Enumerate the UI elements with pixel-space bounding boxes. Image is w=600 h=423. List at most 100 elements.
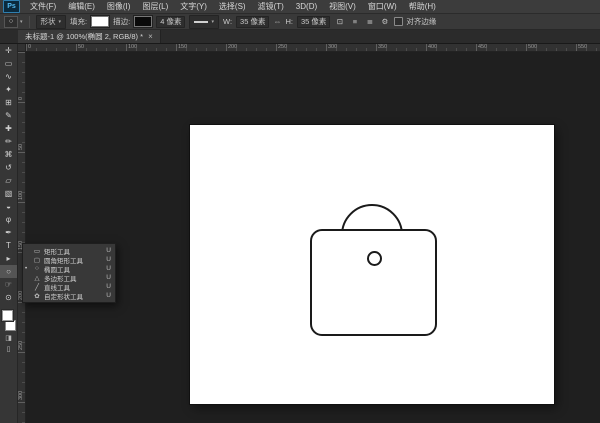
tool-list: ✛ ▭ ∿ ✦ ⊞ bbox=[0, 44, 17, 304]
link-dimensions-icon[interactable]: ⇔ bbox=[273, 17, 281, 26]
stroke-color-swatch[interactable] bbox=[134, 16, 152, 27]
shape-tool-icon: ▭ bbox=[33, 247, 41, 255]
tool-button[interactable]: ✛ bbox=[0, 44, 17, 57]
tool-icon: ✛ bbox=[5, 47, 12, 55]
divider bbox=[29, 16, 30, 28]
settings-gear-icon[interactable]: ⚙ bbox=[379, 17, 390, 26]
tool-button[interactable]: ▱ bbox=[0, 174, 17, 187]
menu-item[interactable]: 文字(Y) bbox=[174, 0, 213, 13]
ruler-label: 550 bbox=[576, 44, 600, 51]
path-alignment-icon[interactable]: ≡ bbox=[349, 17, 360, 26]
color-swatches bbox=[0, 308, 17, 332]
tool-icon: ⊞ bbox=[5, 99, 12, 107]
path-operations-icon[interactable]: ⊡ bbox=[334, 17, 345, 26]
menu-item[interactable]: 3D(D) bbox=[290, 0, 323, 13]
background-color-swatch[interactable] bbox=[5, 320, 16, 331]
menu-item[interactable]: 文件(F) bbox=[24, 0, 62, 13]
shape-width-input[interactable]: 35 像素 bbox=[236, 16, 269, 28]
tab-close-icon[interactable]: × bbox=[148, 33, 153, 41]
tool-button[interactable]: ⌘ bbox=[0, 148, 17, 161]
ruler-label: 400 bbox=[426, 44, 476, 51]
ruler-label: 450 bbox=[476, 44, 526, 51]
tool-icon: φ bbox=[6, 216, 11, 224]
tool-button[interactable]: ◒ bbox=[0, 200, 17, 213]
menu-item[interactable]: 图像(I) bbox=[101, 0, 137, 13]
tool-icon: ◒ bbox=[6, 203, 11, 211]
ruler-label: 250 bbox=[18, 302, 25, 352]
menu-item[interactable]: 视图(V) bbox=[323, 0, 362, 13]
tool-icon: ▸ bbox=[6, 255, 10, 263]
canvas[interactable] bbox=[190, 125, 554, 404]
document-tab[interactable]: 未标题-1 @ 100%(椭圆 2, RGB/8) * × bbox=[18, 30, 161, 43]
tool-mode-select[interactable]: 形状 ▾ bbox=[36, 15, 67, 29]
tool-button[interactable]: ○ bbox=[0, 265, 17, 278]
tool-button[interactable]: φ bbox=[0, 213, 17, 226]
options-bar: ○ ▾ 形状 ▾ 填充: 描边: 4 像素 ▾ W: 35 像素 ⇔ H: 35… bbox=[0, 14, 600, 30]
fill-color-swatch[interactable] bbox=[91, 16, 109, 27]
menu-item[interactable]: 图层(L) bbox=[136, 0, 174, 13]
tool-button[interactable]: ▭ bbox=[0, 57, 17, 70]
tool-button[interactable]: ⊞ bbox=[0, 96, 17, 109]
flyout-item-shortcut: U bbox=[106, 247, 111, 254]
tool-button[interactable]: ∿ bbox=[0, 70, 17, 83]
quick-mask-button[interactable]: ◨ bbox=[0, 332, 17, 343]
tool-icon: ✏ bbox=[5, 138, 12, 146]
tool-icon: ✦ bbox=[5, 86, 12, 94]
document-tab-bar: 未标题-1 @ 100%(椭圆 2, RGB/8) * × bbox=[0, 30, 600, 44]
ruler-label: 350 bbox=[18, 402, 25, 423]
ruler-label: 150 bbox=[176, 44, 226, 51]
tool-button[interactable]: ✏ bbox=[0, 135, 17, 148]
menu-item[interactable]: 帮助(H) bbox=[403, 0, 442, 13]
tool-button[interactable]: ⊙ bbox=[0, 291, 17, 304]
tool-button[interactable]: ✦ bbox=[0, 83, 17, 96]
path-arrangement-icon[interactable]: ≣ bbox=[364, 17, 375, 26]
width-label: W: bbox=[223, 17, 232, 26]
menu-item[interactable]: 编辑(E) bbox=[62, 0, 101, 13]
tool-button[interactable]: ▧ bbox=[0, 187, 17, 200]
selected-tool-indicator: • bbox=[25, 266, 30, 272]
tool-icon: ▱ bbox=[5, 177, 11, 185]
foreground-color-swatch[interactable] bbox=[2, 310, 13, 321]
flyout-menu-item[interactable]: • ✿ 自定形状工具 U bbox=[23, 291, 115, 300]
ellipse-tool-icon: ○ bbox=[4, 16, 18, 28]
ruler-label: 0 bbox=[18, 52, 25, 102]
menu-item[interactable]: 选择(S) bbox=[213, 0, 252, 13]
tool-button[interactable]: T bbox=[0, 239, 17, 252]
shape-height-input[interactable]: 35 像素 bbox=[297, 16, 330, 28]
tool-icon: ▧ bbox=[5, 190, 13, 198]
tool-preset-picker[interactable]: ○ ▾ bbox=[4, 16, 23, 28]
fill-label: 填充: bbox=[70, 16, 87, 27]
menu-item[interactable]: 窗口(W) bbox=[362, 0, 403, 13]
tool-button[interactable]: ✒ bbox=[0, 226, 17, 239]
horizontal-ruler[interactable]: 0 50 100 150 200 250 300 350 400 450 500 bbox=[26, 44, 600, 52]
tool-icon: ∿ bbox=[5, 73, 12, 81]
shape-tool-icon: ✿ bbox=[33, 292, 41, 300]
flyout-item-shortcut: U bbox=[106, 283, 111, 290]
menu-item[interactable]: 滤镜(T) bbox=[252, 0, 290, 13]
ruler-label: 50 bbox=[76, 44, 126, 51]
document-tab-title: 未标题-1 @ 100%(椭圆 2, RGB/8) * bbox=[25, 31, 143, 42]
tool-icon: ⊙ bbox=[5, 294, 12, 302]
align-edges-option: 对齐边缘 bbox=[394, 16, 436, 27]
tool-icon: ↺ bbox=[5, 164, 12, 172]
stroke-label: 描边: bbox=[113, 16, 130, 27]
tool-icon: ✚ bbox=[5, 125, 12, 133]
tool-icon: ⌘ bbox=[5, 151, 13, 159]
tool-button[interactable]: ✎ bbox=[0, 109, 17, 122]
tool-button[interactable]: ✚ bbox=[0, 122, 17, 135]
menu-bar: Ps 文件(F) 编辑(E) 图像(I) 图层(L) 文字(Y) 选择(S) 滤… bbox=[0, 0, 600, 14]
tool-button[interactable]: ↺ bbox=[0, 161, 17, 174]
stroke-width-input[interactable]: 4 像素 bbox=[156, 16, 185, 28]
tool-button[interactable]: ▸ bbox=[0, 252, 17, 265]
stroke-style-select[interactable]: ▾ bbox=[189, 15, 219, 29]
tool-button[interactable]: ☞ bbox=[0, 278, 17, 291]
align-edges-checkbox[interactable] bbox=[394, 17, 403, 26]
ruler-label: 0 bbox=[26, 44, 76, 51]
vertical-ruler[interactable]: 0 50 100 150 200 250 300 350 bbox=[18, 52, 26, 423]
ruler-label: 200 bbox=[226, 44, 276, 51]
align-edges-label: 对齐边缘 bbox=[406, 16, 436, 27]
screen-mode-button[interactable]: ▯ bbox=[0, 343, 17, 354]
shape-tool-icon: △ bbox=[33, 274, 41, 282]
tool-icon: ○ bbox=[6, 268, 11, 276]
shape-tool-icon: ▢ bbox=[33, 256, 41, 264]
